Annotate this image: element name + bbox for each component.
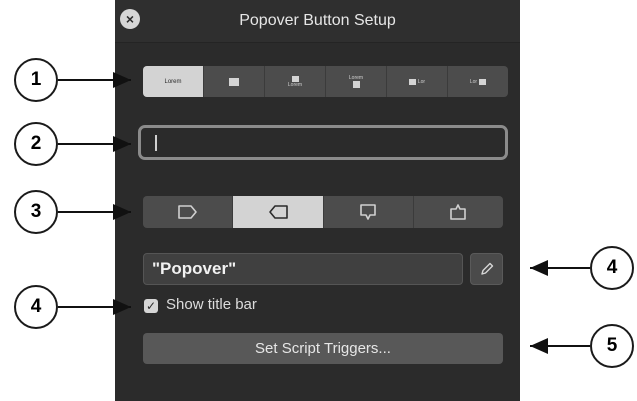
callout-2: 2 <box>14 122 58 166</box>
callout-1: 1 <box>14 58 58 102</box>
callout-3: 3 <box>14 190 58 234</box>
callout-arrows <box>58 72 590 354</box>
callout-4-right: 4 <box>590 246 634 290</box>
callout-4-left: 4 <box>14 285 58 329</box>
callout-5: 5 <box>590 324 634 368</box>
